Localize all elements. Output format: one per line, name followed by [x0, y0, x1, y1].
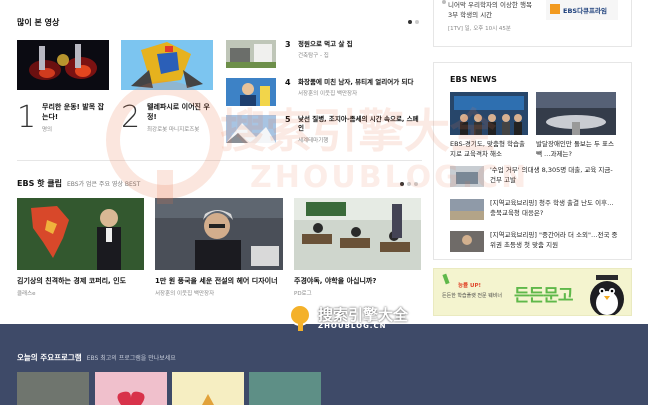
program-card-2[interactable]: [95, 372, 167, 405]
popular-title-1[interactable]: 무리한 운동! 발목 잡는다!: [42, 102, 107, 122]
rank-number: 5: [285, 115, 291, 124]
top-right-card[interactable]: 니어막 우리학자의 이상한 행목 3부 학생의 시간 [1TV] 일, 오후 1…: [433, 0, 632, 47]
news-item-thumb-2[interactable]: [450, 199, 484, 220]
mountain-image: [226, 115, 276, 143]
popular-title-2[interactable]: 텔레파시로 이어진 우정!: [147, 102, 213, 122]
clip-title-3[interactable]: 주경야독, 야학을 아십니까?: [294, 276, 376, 286]
news-image: [450, 199, 484, 220]
robot-image: [121, 40, 213, 90]
news-item-thumb-1[interactable]: [450, 166, 484, 187]
popular-meta-2: 최강로봇 마니지로즈봇: [147, 127, 200, 133]
studio-desk-image: [536, 92, 616, 135]
clip-thumb-1[interactable]: [17, 198, 144, 270]
clip-thumb-3[interactable]: [294, 198, 421, 270]
popular-section-title: 많이 본 영상: [17, 18, 60, 27]
clips-section-title: EBS 핫 클립 EBS가 엄은 주요 영상 BEST: [17, 179, 141, 188]
clip-title-2[interactable]: 1만 원 풍국을 세운 전설의 헤어 디자이너: [155, 276, 278, 286]
bullet-icon: [442, 0, 446, 4]
popular-title-3[interactable]: 정원으로 먹고 살 집: [298, 40, 418, 49]
rank-number: 3: [285, 40, 291, 49]
section-divider: [17, 160, 422, 161]
clips-pager[interactable]: [400, 182, 418, 186]
foot-xray-image: [29, 44, 97, 80]
clip-thumb-2[interactable]: [155, 198, 283, 270]
popular-title-5[interactable]: 낯선 질병, 조지아-좀세의 시간 속으로, 스페인: [298, 115, 423, 133]
popular-thumb-2[interactable]: [121, 40, 213, 90]
leaf-decoration: [442, 273, 450, 285]
popular-title-4[interactable]: 화장품에 미친 남자, 뷰티계 얼리어가 되다: [298, 78, 423, 87]
popular-thumb-5[interactable]: [226, 115, 276, 143]
news-item-title-2[interactable]: [지역교육브리핑] 청주 학생 출결 난도 이후…충북교육청 대응은?: [490, 199, 618, 218]
news-section-title: EBS NEWS: [450, 75, 497, 84]
ebs-docuprime-logo: EBS다큐프라임: [546, 0, 618, 20]
banner-small-text: 든든한 학습플랫 전문 웨비너: [442, 293, 502, 299]
night-school-image: [294, 198, 421, 270]
clip-title-1[interactable]: 김기상의 친격하는 경제 코퍼리, 인도: [17, 276, 126, 286]
watermark-logo-icon: [106, 81, 224, 204]
popular-thumb-1[interactable]: [17, 40, 109, 90]
pager-dot[interactable]: [414, 182, 418, 186]
banner-tag: 능률 UP!: [458, 283, 482, 289]
banner-title: 든든문고: [514, 286, 574, 306]
popular-meta-3: 건축탐구 - 집: [298, 53, 329, 59]
clip-meta-2: 서장훈의 이웃집 백만장자: [155, 291, 215, 297]
illustration-image: [202, 394, 214, 405]
ceremony-image: [450, 92, 528, 135]
program-card-3[interactable]: [172, 372, 244, 405]
popular-thumb-3[interactable]: [226, 40, 276, 68]
program-card-4[interactable]: [249, 372, 321, 405]
pager-dot[interactable]: [407, 182, 411, 186]
study-banner[interactable]: 능률 UP! 든든한 학습플랫 전문 웨비너 든든문고: [433, 268, 632, 316]
news-thumb-1[interactable]: [450, 92, 528, 135]
popular-thumb-4[interactable]: [226, 78, 276, 106]
program-card-1[interactable]: [17, 372, 89, 405]
rank-number: 4: [285, 78, 291, 87]
clip-meta-3: PD로그: [294, 291, 312, 297]
rank-number: 1: [17, 100, 37, 135]
hair-designer-image: [155, 198, 283, 270]
pager-dot[interactable]: [415, 20, 419, 24]
popular-pager[interactable]: [408, 20, 419, 24]
news-item-title-3[interactable]: [지역교육브리핑] "중간어라 더 소외"…전국 중위권 초등생 첫 맞춤 지원: [490, 231, 618, 250]
news-image: [450, 231, 484, 252]
clip-meta-1: 클래스e: [17, 291, 36, 297]
pager-dot[interactable]: [400, 182, 404, 186]
news-item-thumb-3[interactable]: [450, 231, 484, 252]
rank-number: 2: [121, 100, 141, 135]
watermark-small-text: 搜索引擎大全: [318, 306, 409, 324]
today-programs-subtitle: EBS 최고의 프로그램을 만나보세요: [86, 355, 176, 362]
today-programs-title: 오늘의 주요프로그램 EBS 최고의 프로그램을 만나보세요: [17, 353, 176, 362]
top-right-text[interactable]: 니어막 우리학자의 이상한 행목 3부 학생의 시간: [448, 0, 532, 20]
pager-dot[interactable]: [408, 20, 412, 24]
cosmetics-man-image: [226, 78, 276, 106]
news-featured-title-1[interactable]: EBS-경기도, 맞춤형 학습출지로 교육격차 해소: [450, 140, 530, 159]
news-item-title-1[interactable]: '수업 거부' 의대생 8,305명 대출, 교육 지금-건부 고발: [490, 166, 618, 185]
popular-meta-4: 서장훈의 이웃집 백만장자: [298, 91, 358, 97]
penguin-mascot-icon: [590, 275, 624, 315]
ebs-logo-icon: [550, 4, 560, 14]
india-map-lecture-image: [17, 198, 144, 270]
popular-meta-1: 명의: [42, 127, 53, 133]
news-thumb-2[interactable]: [536, 92, 616, 135]
heart-image: [117, 391, 145, 405]
news-image: [450, 166, 484, 187]
popular-meta-5: 세계테마기행: [298, 138, 329, 144]
clips-section-subtitle: EBS가 엄은 주요 영상 BEST: [66, 181, 141, 188]
top-right-meta: [1TV] 일, 오후 10시 45분: [448, 26, 511, 32]
house-image: [226, 40, 276, 68]
news-featured-title-2[interactable]: 발달장애인만 돌보는 두 표스 빽 …과제는?: [536, 140, 618, 159]
